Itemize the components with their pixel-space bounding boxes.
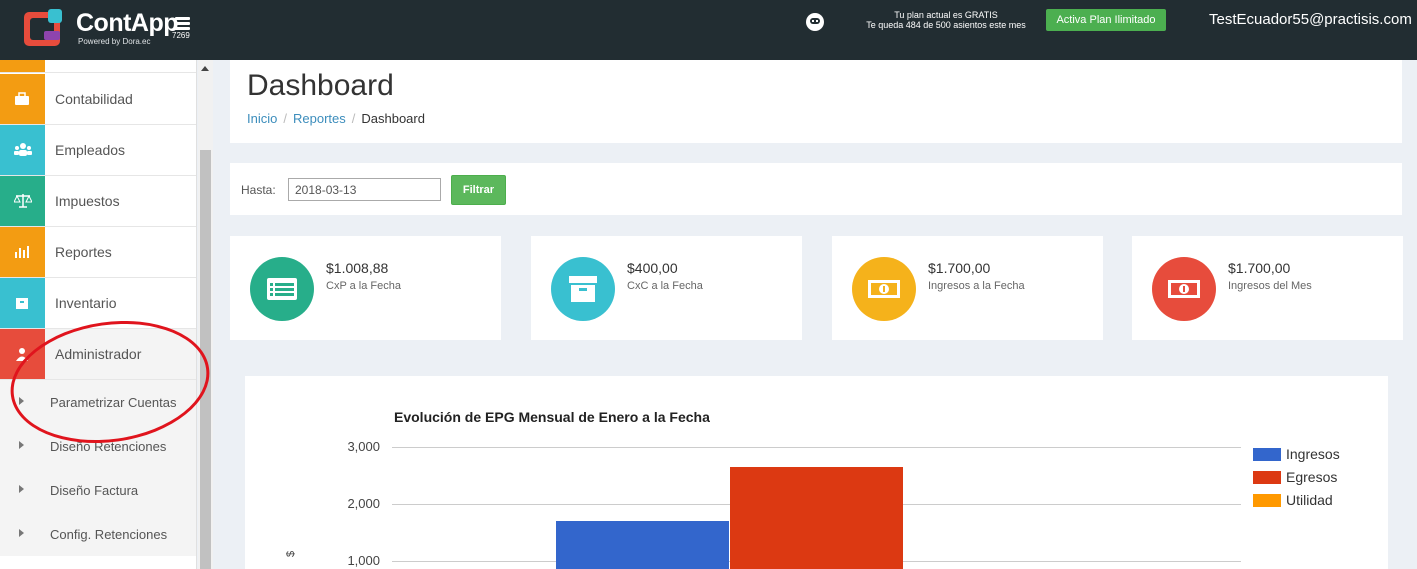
sidebar-item-inventario[interactable]: Inventario	[0, 278, 196, 329]
stat-card-cxc: $400,00 CxC a la Fecha	[531, 236, 802, 340]
menu-toggle-icon[interactable]	[175, 17, 190, 31]
sidebar-item-partial[interactable]	[0, 60, 196, 73]
stat-card-ingresos-fecha: $1.700,00 Ingresos a la Fecha	[832, 236, 1103, 340]
legend-swatch	[1253, 494, 1281, 507]
breadcrumb-separator: /	[351, 111, 356, 126]
balance-scale-icon	[0, 176, 45, 226]
user-email-menu[interactable]: TestEcuador55@practisis.com	[1209, 11, 1412, 28]
stat-value: $400,00	[627, 260, 678, 276]
contapp-logo-icon[interactable]	[22, 9, 66, 49]
top-bar: ContApp Powered by Dora.ec 7269 Tu plan …	[0, 0, 1417, 60]
chart-y-tick-label: 1,000	[347, 553, 380, 568]
sidebar-item-label: Impuestos	[55, 193, 120, 209]
plan-line-1: Tu plan actual es GRATIS	[894, 10, 998, 20]
sidebar-item-label: Contabilidad	[55, 91, 133, 107]
legend-label: Ingresos	[1286, 446, 1340, 462]
breadcrumb: Inicio / Reportes / Dashboard	[247, 111, 425, 126]
submenu-item-diseno-retenciones[interactable]: Diseño Retenciones	[0, 424, 196, 468]
stat-value: $1.700,00	[928, 260, 991, 276]
sidebar-item-label: Inventario	[55, 295, 117, 311]
support-robot-icon[interactable]	[806, 13, 824, 31]
stat-label: Ingresos del Mes	[1228, 280, 1312, 292]
stat-card-cxp: $1.008,88 CxP a la Fecha	[230, 236, 501, 340]
scrollbar-thumb[interactable]	[200, 150, 211, 569]
archive-icon	[551, 257, 615, 321]
stat-value: $1.700,00	[1228, 260, 1291, 276]
chart-bar-ingresos[interactable]	[556, 521, 729, 569]
legend-swatch	[1253, 471, 1281, 484]
sidebar-item-impuestos[interactable]: Impuestos	[0, 176, 196, 227]
submenu-item-label: Diseño Retenciones	[50, 439, 167, 454]
stat-label: CxC a la Fecha	[627, 280, 703, 292]
stat-card-ingresos-mes: $1.700,00 Ingresos del Mes	[1132, 236, 1403, 340]
submenu-item-label: Config. Retenciones	[50, 527, 168, 542]
chart-title: Evolución de EPG Mensual de Enero a la F…	[394, 409, 710, 425]
epg-chart: Evolución de EPG Mensual de Enero a la F…	[245, 376, 1388, 569]
legend-label: Egresos	[1286, 469, 1338, 485]
archive-icon	[0, 278, 45, 328]
stat-value: $1.008,88	[326, 260, 389, 276]
logo-subtitle: Powered by Dora.ec	[78, 37, 151, 46]
logo-text[interactable]: ContApp	[76, 9, 179, 38]
sidebar-item-reportes[interactable]: Reportes	[0, 227, 196, 278]
sidebar-item-empleados[interactable]: Empleados	[0, 125, 196, 176]
sidebar-item-label: Administrador	[55, 346, 142, 362]
sidebar-item-administrador[interactable]: Administrador	[0, 329, 196, 380]
sidebar: Contabilidad Empleados Impuestos Reporte…	[0, 60, 197, 569]
plan-line-2: Te queda 484 de 500 asientos este mes	[866, 20, 1026, 30]
submenu-item-label: Parametrizar Cuentas	[50, 395, 177, 410]
partial-icon	[0, 60, 45, 72]
breadcrumb-separator: /	[283, 111, 287, 126]
user-icon	[0, 329, 45, 379]
menu-number: 7269	[172, 31, 190, 40]
caret-right-icon	[19, 397, 24, 405]
sidebar-scrollbar[interactable]	[198, 60, 213, 569]
scroll-up-arrow-icon[interactable]	[201, 66, 209, 71]
filter-button[interactable]: Filtrar	[451, 175, 506, 205]
caret-right-icon	[19, 441, 24, 449]
chart-gridline	[392, 447, 1241, 448]
money-bill-icon	[1152, 257, 1216, 321]
chart-y-tick-label: 2,000	[347, 496, 380, 511]
stat-label: Ingresos a la Fecha	[928, 280, 1025, 292]
filter-panel: Hasta: Filtrar	[230, 163, 1402, 215]
chart-y-tick-label: 3,000	[347, 439, 380, 454]
caret-right-icon	[19, 529, 24, 537]
bar-chart-icon	[0, 227, 45, 277]
sidebar-item-label: Reportes	[55, 244, 112, 260]
legend-label: Utilidad	[1286, 492, 1333, 508]
submenu-item-config-retenciones[interactable]: Config. Retenciones	[0, 512, 196, 556]
chart-bar-egresos[interactable]	[730, 466, 903, 569]
users-icon	[0, 125, 45, 175]
briefcase-icon	[0, 74, 45, 124]
submenu-item-parametrizar-cuentas[interactable]: Parametrizar Cuentas	[0, 380, 196, 424]
breadcrumb-current: Dashboard	[361, 111, 425, 126]
breadcrumb-inicio[interactable]: Inicio	[247, 111, 277, 126]
caret-right-icon	[19, 485, 24, 493]
activate-plan-button[interactable]: Activa Plan Ilimitado	[1046, 9, 1166, 31]
list-card-icon	[250, 257, 314, 321]
date-filter-input[interactable]	[288, 178, 441, 201]
chart-y-axis-label: $	[285, 550, 297, 557]
page-title: Dashboard	[247, 69, 394, 102]
breadcrumb-reportes[interactable]: Reportes	[293, 111, 346, 126]
sidebar-item-contabilidad[interactable]: Contabilidad	[0, 74, 196, 125]
legend-swatch	[1253, 448, 1281, 461]
date-filter-label: Hasta:	[241, 183, 276, 197]
stat-label: CxP a la Fecha	[326, 280, 402, 292]
page-header: Dashboard Inicio / Reportes / Dashboard	[230, 60, 1402, 143]
sidebar-item-label: Empleados	[55, 142, 126, 158]
submenu-item-diseno-factura[interactable]: Diseño Factura	[0, 468, 196, 512]
plan-info: Tu plan actual es GRATIS Te queda 484 de…	[850, 10, 1042, 30]
money-bill-icon	[852, 257, 916, 321]
submenu-item-label: Diseño Factura	[50, 483, 139, 498]
